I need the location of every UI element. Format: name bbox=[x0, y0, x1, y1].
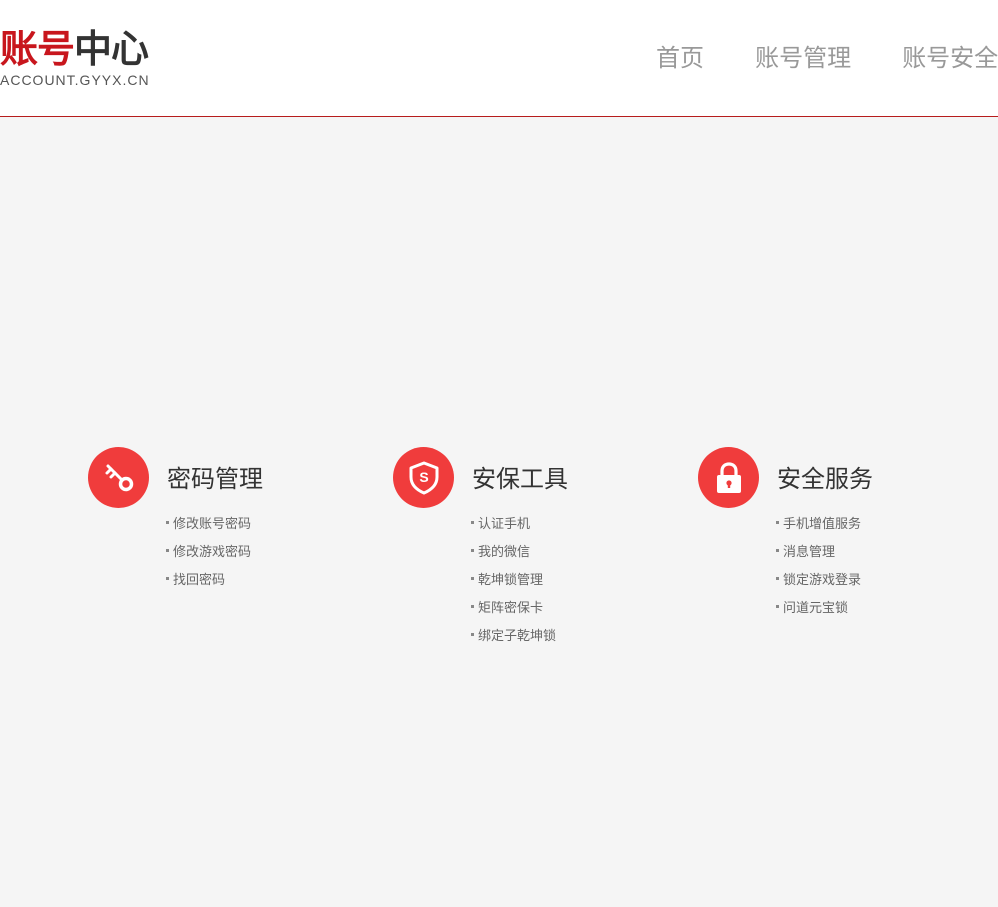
link-verify-phone[interactable]: 认证手机 bbox=[478, 517, 530, 532]
list-item: 问道元宝锁 bbox=[776, 595, 861, 623]
bullet-icon bbox=[471, 633, 474, 636]
link-recover-password[interactable]: 找回密码 bbox=[173, 573, 225, 588]
section-link-list: 修改账号密码 修改游戏密码 找回密码 bbox=[166, 511, 251, 595]
list-item: 我的微信 bbox=[471, 539, 556, 567]
bullet-icon bbox=[471, 521, 474, 524]
lock-icon[interactable] bbox=[698, 447, 759, 508]
list-item: 修改账号密码 bbox=[166, 511, 251, 539]
list-item: 修改游戏密码 bbox=[166, 539, 251, 567]
list-item: 找回密码 bbox=[166, 567, 251, 595]
list-item: 绑定子乾坤锁 bbox=[471, 623, 556, 651]
key-icon[interactable] bbox=[88, 447, 149, 508]
section-link-list: 手机增值服务 消息管理 锁定游戏登录 问道元宝锁 bbox=[776, 511, 861, 623]
nav-item-account-security[interactable]: 账号安全 bbox=[902, 40, 998, 76]
link-message-management[interactable]: 消息管理 bbox=[783, 545, 835, 560]
logo-title-red: 账号 bbox=[0, 27, 75, 71]
bullet-icon bbox=[166, 577, 169, 580]
list-item: 矩阵密保卡 bbox=[471, 595, 556, 623]
shield-icon-letter: S bbox=[419, 469, 428, 485]
header: 账号中心 ACCOUNT.GYYX.CN 首页 账号管理 账号安全 bbox=[0, 0, 998, 117]
link-change-account-password[interactable]: 修改账号密码 bbox=[173, 517, 251, 532]
list-item: 乾坤锁管理 bbox=[471, 567, 556, 595]
link-phone-value-added-service[interactable]: 手机增值服务 bbox=[783, 517, 861, 532]
list-item: 消息管理 bbox=[776, 539, 861, 567]
link-yuanbao-lock[interactable]: 问道元宝锁 bbox=[783, 601, 848, 616]
link-matrix-card[interactable]: 矩阵密保卡 bbox=[478, 601, 543, 616]
section-title: 密码管理 bbox=[167, 465, 263, 493]
bullet-icon bbox=[471, 549, 474, 552]
bullet-icon bbox=[471, 605, 474, 608]
bullet-icon bbox=[776, 605, 779, 608]
section-link-list: 认证手机 我的微信 乾坤锁管理 矩阵密保卡 绑定子乾坤锁 bbox=[471, 511, 556, 651]
logo-title-dark: 中心 bbox=[74, 27, 149, 71]
section-title: 安保工具 bbox=[472, 465, 568, 493]
link-qiankun-lock-management[interactable]: 乾坤锁管理 bbox=[478, 573, 543, 588]
logo-subtitle: ACCOUNT.GYYX.CN bbox=[0, 72, 150, 88]
nav-item-account-management[interactable]: 账号管理 bbox=[755, 40, 851, 76]
shield-icon[interactable]: S bbox=[393, 447, 454, 508]
logo-title: 账号中心 bbox=[0, 28, 160, 70]
link-change-game-password[interactable]: 修改游戏密码 bbox=[173, 545, 251, 560]
bullet-icon bbox=[776, 577, 779, 580]
bullet-icon bbox=[166, 549, 169, 552]
link-my-wechat[interactable]: 我的微信 bbox=[478, 545, 530, 560]
bullet-icon bbox=[776, 521, 779, 524]
bullet-icon bbox=[166, 521, 169, 524]
main-nav: 首页 账号管理 账号安全 bbox=[656, 40, 998, 76]
list-item: 锁定游戏登录 bbox=[776, 567, 861, 595]
section-title: 安全服务 bbox=[777, 465, 873, 493]
link-lock-game-login[interactable]: 锁定游戏登录 bbox=[783, 573, 861, 588]
bullet-icon bbox=[471, 577, 474, 580]
bullet-icon bbox=[776, 549, 779, 552]
nav-item-home[interactable]: 首页 bbox=[656, 40, 704, 76]
list-item: 手机增值服务 bbox=[776, 511, 861, 539]
logo[interactable]: 账号中心 ACCOUNT.GYYX.CN bbox=[0, 28, 160, 88]
link-bind-sub-lock[interactable]: 绑定子乾坤锁 bbox=[478, 629, 556, 644]
list-item: 认证手机 bbox=[471, 511, 556, 539]
